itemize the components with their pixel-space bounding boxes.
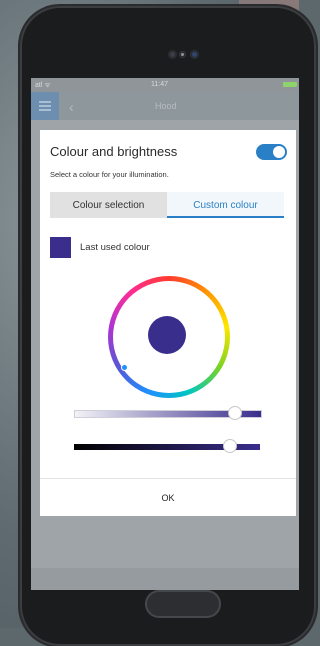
signal-indicator: atl ᯤ (35, 82, 51, 89)
colour-dialog: Colour and brightness Select a colour fo… (40, 130, 296, 516)
sensor-icon (179, 51, 186, 58)
status-time: 11:47 (151, 81, 168, 88)
app-bar: ‹ Hood (31, 92, 299, 120)
bottom-bar (31, 568, 299, 590)
brightness-slider[interactable] (74, 440, 260, 452)
camera-sensors (168, 48, 208, 60)
brightness-slider-thumb[interactable] (224, 440, 236, 452)
tab-colour-selection[interactable]: Colour selection (50, 192, 167, 218)
last-used-colour-swatch[interactable] (50, 237, 71, 258)
last-used-colour-label: Last used colour (80, 242, 150, 253)
colour-wheel[interactable] (108, 276, 230, 398)
saturation-slider-thumb[interactable] (229, 407, 241, 419)
status-bar: atl ᯤ 11:47 (31, 78, 299, 92)
toggle-knob (273, 146, 285, 158)
sensor-icon (168, 50, 177, 59)
camera-icon (190, 50, 199, 59)
colour-tabs: Colour selection Custom colour (50, 192, 284, 218)
saturation-slider[interactable] (74, 407, 262, 419)
menu-icon-line (39, 109, 51, 111)
ok-button[interactable]: OK (40, 479, 296, 516)
colour-wheel-handle[interactable] (122, 365, 127, 370)
chevron-left-icon[interactable]: ‹ (69, 99, 74, 115)
illumination-toggle[interactable] (256, 144, 287, 160)
menu-icon-line (39, 101, 51, 103)
menu-button[interactable] (31, 92, 59, 120)
home-button[interactable] (145, 590, 221, 618)
selected-colour-preview (148, 316, 186, 354)
tab-custom-colour[interactable]: Custom colour (167, 192, 284, 218)
dialog-subtitle: Select a colour for your illumination. (50, 170, 169, 179)
page-title: Hood (155, 101, 177, 111)
menu-icon-line (39, 105, 51, 107)
dialog-title: Colour and brightness (50, 144, 178, 159)
battery-icon (283, 82, 297, 87)
